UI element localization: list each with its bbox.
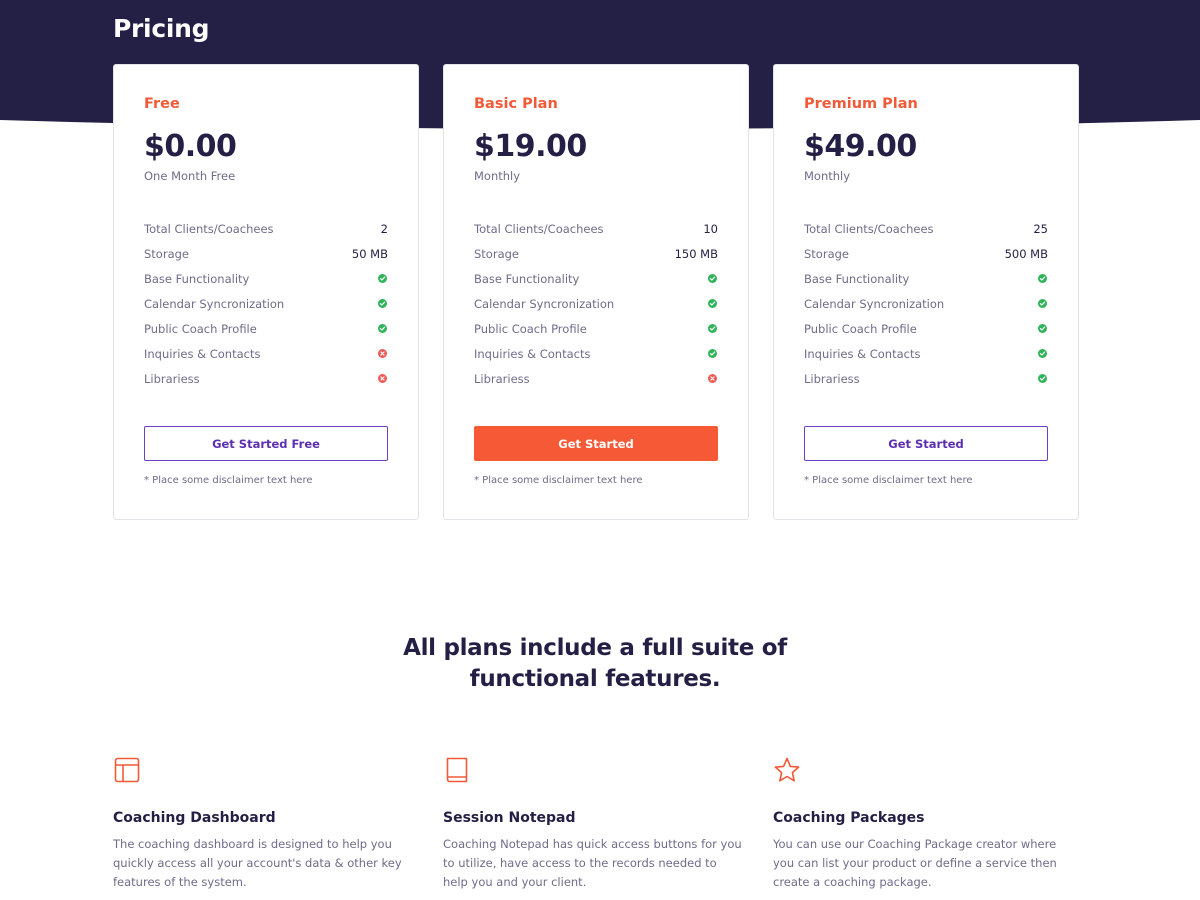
feature-label: Total Clients/Coachees — [144, 221, 274, 236]
check-icon — [378, 324, 387, 333]
feature-row: Public Coach Profile — [474, 316, 718, 341]
feature-label: Public Coach Profile — [474, 321, 587, 336]
feature-title: Coaching Dashboard — [113, 810, 276, 826]
feature-row: Inquiries & Contacts — [804, 341, 1048, 366]
cross-icon — [378, 349, 387, 358]
feature-title: Coaching Packages — [773, 810, 925, 826]
plan-price: $49.00 — [804, 129, 917, 164]
feature-row: Librariess — [144, 366, 388, 391]
plan-period: One Month Free — [144, 169, 236, 183]
feature-row: Storage 500 MB — [804, 241, 1048, 266]
notepad-book-icon — [446, 757, 468, 783]
check-icon — [708, 349, 717, 358]
feature-value: 25 — [1033, 221, 1048, 236]
check-icon — [1038, 324, 1047, 333]
plan-period: Monthly — [804, 169, 851, 183]
feature-value: 50 MB — [351, 246, 388, 261]
feature-label: Public Coach Profile — [804, 321, 917, 336]
feature-description: Coaching Notepad has quick access button… — [443, 837, 742, 889]
check-icon — [1038, 274, 1047, 283]
feature-label: Inquiries & Contacts — [474, 346, 591, 361]
check-icon — [708, 299, 717, 308]
disclaimer-text: * Place some disclaimer text here — [474, 475, 643, 486]
cross-icon — [708, 374, 717, 383]
feature-row: Base Functionality — [474, 266, 718, 291]
feature-value: 2 — [380, 221, 388, 236]
feature-row: Storage 150 MB — [474, 241, 718, 266]
feature-coaching-dashboard: Coaching Dashboard The coaching dashboar… — [113, 756, 413, 889]
features-heading: All plans include a full suite of functi… — [403, 635, 787, 692]
feature-value: 500 MB — [1004, 246, 1048, 261]
get-started-premium-button[interactable]: Get Started — [804, 426, 1048, 461]
feature-row: Base Functionality — [804, 266, 1048, 291]
pricing-cards: Free $0.00 One Month Free Total Clients/… — [113, 64, 1079, 520]
check-icon — [378, 274, 387, 283]
pricing-card-premium: Premium Plan $49.00 Monthly Total Client… — [773, 64, 1079, 520]
disclaimer-text: * Place some disclaimer text here — [804, 475, 973, 486]
feature-row: Librariess — [804, 366, 1048, 391]
check-icon — [708, 324, 717, 333]
plan-name: Premium Plan — [804, 96, 918, 112]
disclaimer-text: * Place some disclaimer text here — [144, 475, 313, 486]
check-icon — [378, 299, 387, 308]
feature-description: You can use our Coaching Package creator… — [773, 837, 1057, 889]
feature-row: Total Clients/Coachees 25 — [804, 216, 1048, 241]
feature-label: Base Functionality — [144, 271, 250, 286]
check-icon — [1038, 299, 1047, 308]
plan-name: Free — [144, 96, 180, 112]
feature-row: Librariess — [474, 366, 718, 391]
feature-row: Calendar Syncronization — [804, 291, 1048, 316]
feature-label: Librariess — [804, 371, 860, 386]
feature-label: Inquiries & Contacts — [804, 346, 921, 361]
feature-label: Storage — [144, 246, 189, 261]
plan-feature-list: Total Clients/Coachees 2 Storage 50 MB Base … — [144, 216, 388, 391]
feature-title: Session Notepad — [443, 810, 576, 826]
feature-label: Inquiries & Contacts — [144, 346, 261, 361]
feature-label: Public Coach Profile — [144, 321, 257, 336]
feature-label: Base Functionality — [804, 271, 910, 286]
feature-label: Storage — [804, 246, 849, 261]
star-icon — [774, 757, 800, 782]
cross-icon — [378, 374, 387, 383]
check-icon — [1038, 374, 1047, 383]
plan-name: Basic Plan — [474, 96, 558, 112]
plan-feature-list: Total Clients/Coachees 10 Storage 150 MB Bas… — [474, 216, 718, 391]
feature-label: Calendar Syncronization — [474, 296, 615, 311]
dashboard-layout-icon — [114, 757, 140, 783]
feature-description: The coaching dashboard is designed to he… — [113, 837, 402, 889]
feature-row: Calendar Syncronization — [144, 291, 388, 316]
feature-value: 150 MB — [674, 246, 718, 261]
feature-label: Total Clients/Coachees — [474, 221, 604, 236]
plan-feature-list: Total Clients/Coachees 25 Storage 500 MB Bas… — [804, 216, 1048, 391]
feature-label: Librariess — [474, 371, 530, 386]
feature-label: Base Functionality — [474, 271, 580, 286]
feature-coaching-packages: Coaching Packages You can use our Coachi… — [773, 756, 1073, 889]
feature-row: Total Clients/Coachees 2 — [144, 216, 388, 241]
page-title: Pricing — [113, 14, 210, 43]
feature-row: Inquiries & Contacts — [474, 341, 718, 366]
feature-row: Calendar Syncronization — [474, 291, 718, 316]
get-started-basic-button[interactable]: Get Started — [474, 426, 718, 461]
feature-row: Total Clients/Coachees 10 — [474, 216, 718, 241]
feature-label: Calendar Syncronization — [144, 296, 285, 311]
get-started-free-button[interactable]: Get Started Free — [144, 426, 388, 461]
feature-label: Total Clients/Coachees — [804, 221, 934, 236]
feature-label: Librariess — [144, 371, 200, 386]
plan-period: Monthly — [474, 169, 521, 183]
feature-row: Storage 50 MB — [144, 241, 388, 266]
pricing-card-free: Free $0.00 One Month Free Total Clients/… — [113, 64, 419, 520]
feature-row: Public Coach Profile — [804, 316, 1048, 341]
feature-session-notepad: Session Notepad Coaching Notepad has qui… — [443, 756, 743, 889]
feature-row: Public Coach Profile — [144, 316, 388, 341]
feature-label: Calendar Syncronization — [804, 296, 945, 311]
check-icon — [1038, 349, 1047, 358]
feature-row: Base Functionality — [144, 266, 388, 291]
plan-price: $19.00 — [474, 129, 587, 164]
check-icon — [708, 274, 717, 283]
plan-price: $0.00 — [144, 129, 237, 164]
feature-value: 10 — [703, 221, 718, 236]
feature-row: Inquiries & Contacts — [144, 341, 388, 366]
feature-label: Storage — [474, 246, 519, 261]
pricing-card-basic: Basic Plan $19.00 Monthly Total Clients/… — [443, 64, 749, 520]
